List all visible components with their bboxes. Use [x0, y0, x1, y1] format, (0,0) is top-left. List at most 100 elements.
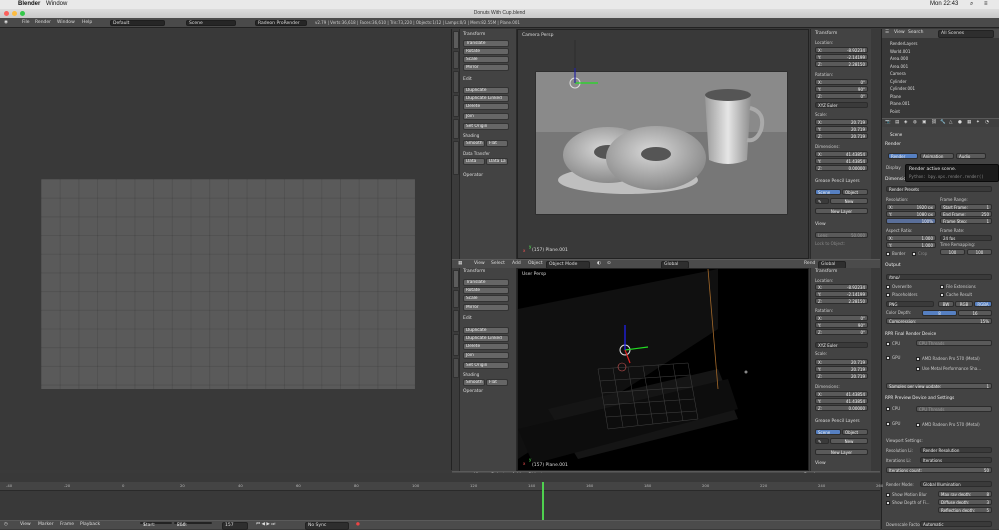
flat-button[interactable]: Flat	[486, 379, 508, 386]
duplicate-button[interactable]: Duplicate	[463, 327, 509, 334]
location-x-field[interactable]: X: -8.92234	[815, 284, 868, 290]
pencil-icon[interactable]: ✎	[815, 198, 829, 204]
preview-device-title[interactable]: RPR Preview Device and Settings	[885, 395, 954, 400]
editor-type-icon[interactable]: ☰	[885, 29, 889, 37]
dimension-x-field[interactable]: X: 41.43854	[815, 391, 868, 397]
preview-cpu-threads-field[interactable]: CPU Threads	[916, 406, 992, 412]
aspect-x-field[interactable]: X: 1.000	[886, 235, 936, 241]
physics-tab-icon[interactable]: ◔	[985, 119, 989, 127]
edit-title[interactable]: Edit	[463, 77, 472, 82]
playback-controls-icon[interactable]: ⏮ ◀ ▶ ⏭	[256, 521, 275, 529]
use-metal-checkbox[interactable]: Use Metal Performance Sha...	[916, 366, 981, 371]
material-tab-icon[interactable]: ●	[958, 119, 962, 127]
zoom-icon[interactable]	[20, 11, 25, 16]
file-extensions-checkbox[interactable]: File Extensions	[940, 284, 976, 289]
iterations-limit-select[interactable]: Iterations	[920, 457, 992, 463]
render-panel-title[interactable]: Render	[885, 142, 901, 147]
scale-z-field[interactable]: Z: 20.719	[815, 133, 868, 139]
set-origin-button[interactable]: Set Origin	[463, 123, 509, 130]
grease-scene-button[interactable]: Scene	[815, 429, 841, 435]
compression-field[interactable]: Compression: 15%	[886, 318, 992, 324]
depth-16-button[interactable]: 16	[958, 310, 992, 316]
scale-z-field[interactable]: Z: 20.719	[815, 373, 868, 379]
placeholders-checkbox[interactable]: Placeholders	[886, 292, 917, 297]
object-tab-icon[interactable]: ▣	[922, 119, 926, 127]
remap-old-field[interactable]: 100	[940, 249, 965, 255]
data-layout-button[interactable]: Data La	[486, 158, 508, 165]
gpu-device-checkbox[interactable]: AMD Radeon Pro 570 (Metal)	[916, 356, 980, 361]
particles-tab-icon[interactable]: ✦	[976, 119, 980, 127]
dimension-x-field[interactable]: X: 41.43854	[815, 151, 868, 157]
grease-pencil-title[interactable]: Grease Pencil Layers	[815, 419, 860, 424]
scale-x-field[interactable]: X: 20.719	[815, 119, 868, 125]
outliner-item[interactable]: Plane	[890, 94, 901, 99]
scene-tab-icon[interactable]: ◈	[904, 119, 907, 127]
scale-button[interactable]: Scale	[463, 56, 509, 63]
outliner-item[interactable]: Plane.001	[890, 101, 910, 106]
scene-select[interactable]: Scene	[186, 20, 236, 26]
tab-create[interactable]	[453, 51, 459, 69]
outliner-search-menu[interactable]: Search	[908, 29, 923, 37]
outliner-item[interactable]: RenderLayers	[890, 41, 917, 46]
display-mode-select[interactable]: All Scenes	[938, 30, 994, 38]
delete-button[interactable]: Delete	[463, 343, 509, 350]
final-device-title[interactable]: RPR Final Render Device	[885, 331, 936, 336]
timeline-ruler[interactable]: -40 -20 0 20 40 60 80 100 120 140 160 180 200 220 240 2…	[0, 482, 883, 491]
depth-8-button[interactable]: 8	[922, 310, 957, 316]
dimension-z-field[interactable]: Z: 0.00000	[815, 165, 868, 171]
tab-animation[interactable]	[453, 334, 459, 356]
tab-relations[interactable]	[453, 71, 459, 93]
cpu-checkbox[interactable]: CPU	[886, 341, 900, 346]
output-panel-title[interactable]: Output	[885, 263, 901, 268]
menu-window[interactable]: Window	[57, 20, 75, 26]
transform-title[interactable]: Transform	[463, 269, 485, 274]
duplicate-linked-button[interactable]: Duplicate Linked	[463, 95, 509, 102]
view-panel-title[interactable]: View	[815, 461, 826, 466]
preview-gpu-device-checkbox[interactable]: AMD Radeon Pro 570 (Metal)	[916, 422, 980, 427]
file-format-select[interactable]: PNG	[886, 301, 934, 307]
grease-new-button[interactable]: New	[830, 438, 868, 444]
operator-panel-title[interactable]: Operator	[463, 173, 483, 178]
gpu-checkbox[interactable]: GPU	[886, 355, 900, 360]
outliner-item[interactable]: Area.000	[890, 56, 908, 61]
location-z-field[interactable]: Z: 2.28150	[815, 61, 868, 67]
dimension-y-field[interactable]: Y: 41.43854	[815, 158, 868, 164]
render-button[interactable]: Rend	[804, 260, 815, 268]
translate-button[interactable]: Translate	[463, 40, 509, 47]
edit-title[interactable]: Edit	[463, 316, 472, 321]
preview-gpu-checkbox[interactable]: GPU	[886, 421, 900, 426]
grease-object-button[interactable]: Object	[842, 189, 868, 195]
tab-physics[interactable]	[453, 119, 459, 139]
outliner-item[interactable]: Cylinder	[890, 79, 907, 84]
start-frame-field[interactable]: Start Frame: 1	[940, 204, 992, 210]
tab-create[interactable]	[453, 290, 459, 308]
world-tab-icon[interactable]: ◍	[913, 119, 917, 127]
pencil-icon[interactable]: ✎	[815, 438, 829, 444]
crop-checkbox[interactable]: Crop	[912, 251, 927, 256]
outliner-item[interactable]: World.001	[890, 49, 910, 54]
lens-field[interactable]: Lens: 50.000	[815, 232, 868, 238]
new-layer-button[interactable]: New Layer	[815, 449, 868, 455]
texture-tab-icon[interactable]: ▦	[967, 119, 971, 127]
set-origin-button[interactable]: Set Origin	[463, 362, 509, 369]
render-engine-select[interactable]: Radeon ProRender	[255, 20, 307, 26]
record-icon[interactable]: ●	[356, 521, 360, 529]
resolution-y-field[interactable]: Y: 1080 px	[886, 211, 936, 217]
editor-type-icon[interactable]: ◷	[4, 521, 8, 529]
rotation-mode-select[interactable]: XYZ Euler	[815, 102, 868, 108]
frame-rate-select[interactable]: 24 fps	[940, 235, 992, 241]
object-menu[interactable]: Object	[528, 260, 543, 268]
remap-new-field[interactable]: 100	[967, 249, 992, 255]
data-tab-icon[interactable]: △	[949, 119, 952, 127]
aspect-y-field[interactable]: Y: 1.000	[886, 242, 936, 248]
cpu-threads-field[interactable]: CPU Threads	[916, 340, 992, 346]
smooth-button[interactable]: Smooth	[463, 140, 485, 147]
samples-per-update-field[interactable]: Samples per view update: 1	[886, 383, 992, 389]
scale-button[interactable]: Scale	[463, 295, 509, 302]
translate-button[interactable]: Translate	[463, 279, 509, 286]
animation-button[interactable]: Animation	[920, 153, 954, 159]
tab-tools[interactable]	[453, 31, 459, 49]
rotation-y-field[interactable]: Y: 90°	[815, 86, 868, 92]
join-button[interactable]: Join	[463, 352, 509, 359]
render-tab-icon[interactable]: 📷	[885, 119, 891, 127]
